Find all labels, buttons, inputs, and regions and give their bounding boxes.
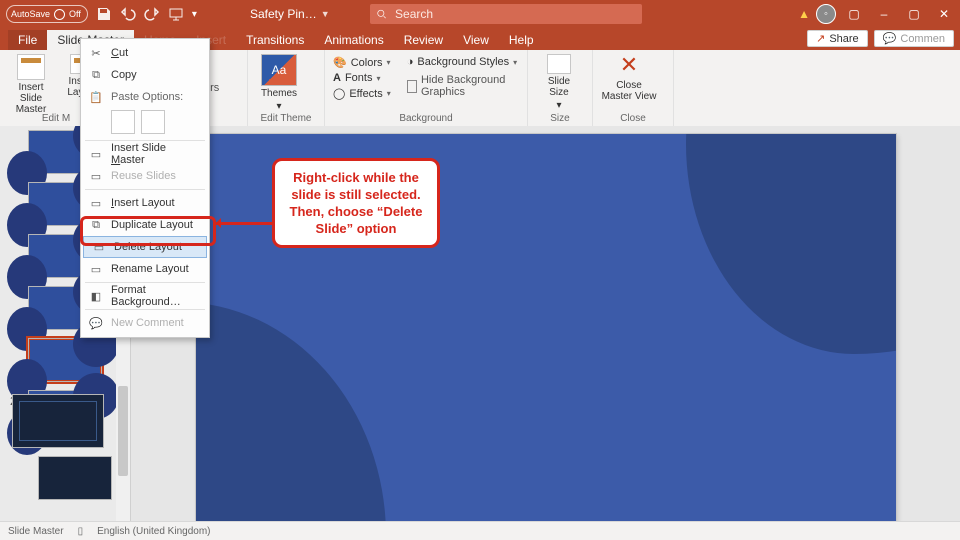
- search-input[interactable]: [393, 6, 636, 22]
- annotation-arrow: [213, 222, 273, 225]
- paste-keep-source-formatting[interactable]: [141, 110, 165, 134]
- tab-transitions[interactable]: Transitions: [236, 30, 314, 50]
- effects-dropdown[interactable]: ◯Effects▾: [333, 87, 391, 100]
- qat-overflow-icon[interactable]: ▾: [192, 9, 197, 20]
- bg-shape: [686, 134, 896, 354]
- ctx-delete-layout[interactable]: ▭Delete Layout: [83, 236, 207, 258]
- reuse-icon: ▭: [89, 169, 103, 183]
- themes-button[interactable]: AaThemes▾: [256, 54, 302, 112]
- duplicate-icon: ⧉: [89, 218, 103, 232]
- hide-bg-checkbox[interactable]: Hide Background Graphics: [407, 74, 519, 98]
- ctx-reuse-slides: ▭Reuse Slides: [81, 165, 209, 187]
- status-bar: Slide Master ▯ English (United Kingdom): [0, 521, 960, 540]
- maximize-button[interactable]: ▢: [902, 4, 926, 24]
- title-bar: AutoSave Off ▾ Safety Pin… ▼ ▲ ◦ ▢ – ▢ ✕: [0, 0, 960, 28]
- tab-animations[interactable]: Animations: [314, 30, 393, 50]
- ctx-format-background[interactable]: ◧Format Background…: [81, 285, 209, 307]
- background-styles-dropdown[interactable]: ◑Background Styles▾: [407, 56, 519, 68]
- undo-icon[interactable]: [120, 6, 136, 22]
- ctx-new-comment: 💬New Comment: [81, 312, 209, 334]
- redo-icon[interactable]: [144, 6, 160, 22]
- search-icon: [376, 8, 387, 20]
- minimize-button[interactable]: –: [872, 4, 896, 24]
- comments-button[interactable]: 💬Commen: [874, 30, 954, 47]
- autosave-knob-icon: [54, 9, 65, 20]
- ctx-duplicate-layout[interactable]: ⧉Duplicate Layout: [81, 214, 209, 236]
- ctx-paste-options-label: 📋Paste Options:: [81, 86, 209, 108]
- autosave-label: AutoSave: [11, 9, 50, 19]
- share-button[interactable]: ↗Share: [807, 30, 868, 47]
- group-background: Background: [333, 113, 519, 124]
- tab-review[interactable]: Review: [394, 30, 453, 50]
- tab-help[interactable]: Help: [499, 30, 544, 50]
- slide-master-thumb[interactable]: [12, 394, 104, 448]
- rename-icon: ▭: [89, 262, 103, 276]
- comment-icon: 💬: [89, 316, 103, 330]
- tab-view[interactable]: View: [453, 30, 499, 50]
- document-title[interactable]: Safety Pin… ▼: [250, 0, 330, 28]
- colors-dropdown[interactable]: 🎨Colors▾: [333, 56, 391, 69]
- ribbon-display-icon[interactable]: ▢: [842, 4, 866, 24]
- tab-file[interactable]: File: [8, 30, 47, 50]
- bg-shape: [196, 302, 386, 522]
- group-edit-theme: Edit Theme: [256, 113, 316, 124]
- context-menu: ✂Cut ⧉Copy 📋Paste Options: ▭Insert Slide…: [80, 38, 210, 338]
- autosave-state: Off: [69, 9, 81, 19]
- status-language[interactable]: English (United Kingdom): [97, 526, 210, 537]
- chevron-down-icon: ▾: [276, 101, 281, 112]
- fonts-icon: A: [333, 72, 341, 84]
- ctx-copy[interactable]: ⧉Copy: [81, 64, 209, 86]
- layout-icon: ▭: [89, 196, 103, 210]
- layout-thumb[interactable]: [38, 456, 112, 500]
- accessibility-icon[interactable]: ▯: [78, 526, 84, 537]
- scrollbar-thumb[interactable]: [118, 386, 128, 476]
- bg-styles-icon: ◑: [407, 56, 414, 68]
- chevron-down-icon: ▼: [321, 9, 330, 19]
- slide-master-icon: ▭: [89, 147, 103, 161]
- warning-icon[interactable]: ▲: [798, 7, 810, 21]
- present-icon[interactable]: [168, 6, 184, 22]
- annotation-callout: Right-click while the slide is still sel…: [272, 158, 440, 248]
- copy-icon: ⧉: [89, 68, 103, 82]
- effects-icon: ◯: [333, 87, 345, 100]
- ctx-cut[interactable]: ✂Cut: [81, 42, 209, 64]
- colors-icon: 🎨: [333, 56, 347, 69]
- close-window-button[interactable]: ✕: [932, 4, 956, 24]
- ctx-rename-layout[interactable]: ▭Rename Layout: [81, 258, 209, 280]
- slide-size-button[interactable]: Slide Size▾: [536, 54, 582, 111]
- group-close: Close: [601, 113, 665, 124]
- save-icon[interactable]: [96, 6, 112, 22]
- group-size: Size: [536, 113, 584, 124]
- editor-canvas-area[interactable]: [131, 126, 960, 522]
- insert-slide-master-button[interactable]: Insert Slide Master: [8, 54, 54, 115]
- account-avatar[interactable]: ◦: [816, 4, 836, 24]
- delete-icon: ▭: [92, 240, 106, 254]
- paste-icon: 📋: [89, 90, 103, 104]
- ctx-insert-slide-master[interactable]: ▭Insert Slide Master: [81, 143, 209, 165]
- cut-icon: ✂: [89, 46, 103, 60]
- format-bg-icon: ◧: [89, 289, 103, 303]
- paste-use-destination-theme[interactable]: [111, 110, 135, 134]
- fonts-dropdown[interactable]: AFonts▾: [333, 72, 391, 84]
- search-box[interactable]: [370, 4, 642, 24]
- close-master-view-button[interactable]: ✕Close Master View: [601, 54, 657, 102]
- ctx-insert-layout[interactable]: ▭Insert Layout: [81, 192, 209, 214]
- status-view: Slide Master: [8, 526, 64, 537]
- autosave-toggle[interactable]: AutoSave Off: [6, 5, 88, 23]
